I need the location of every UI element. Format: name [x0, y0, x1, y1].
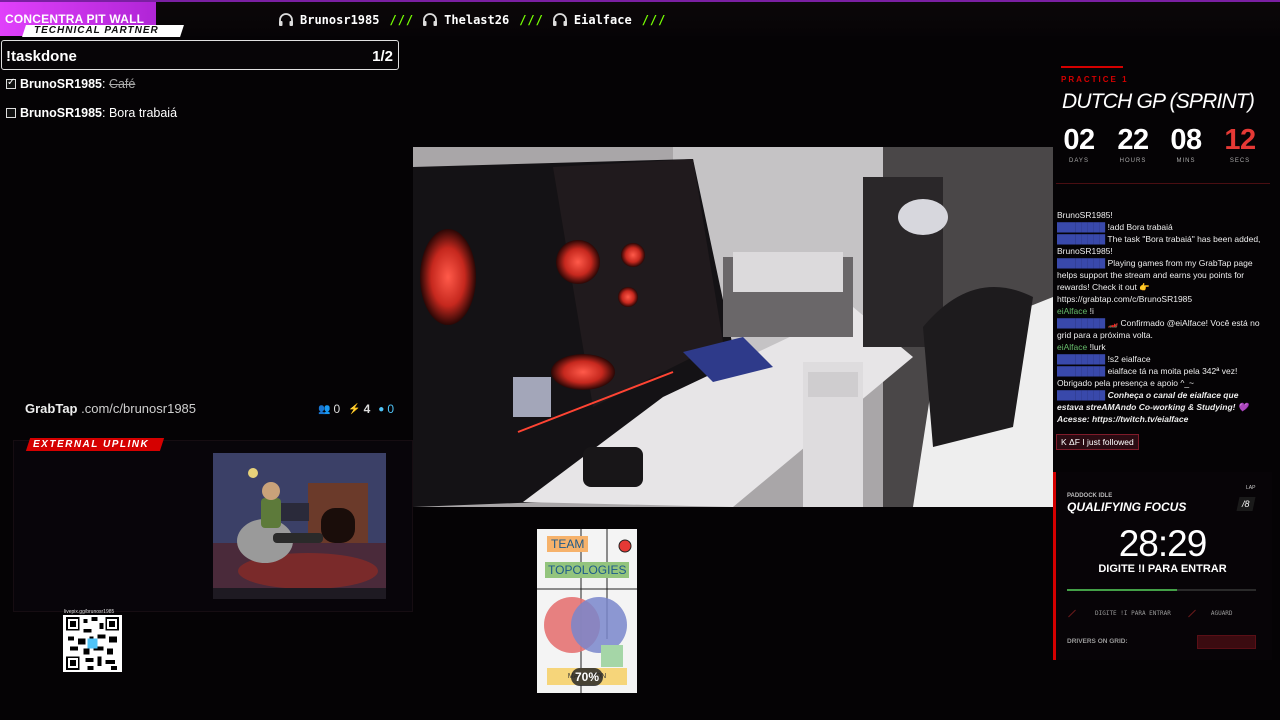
chat-line: eiAlface !i [1057, 306, 1094, 316]
task-header: !taskdone 1/2 [1, 40, 399, 70]
chat-line: ████████ Playing games from my GrabTap p… [1057, 258, 1253, 304]
viewers-stat: 👥 0 [318, 402, 340, 416]
grabtap-link: GrabTap .com/c/brunosr1985 [25, 401, 196, 416]
chat-line: ████████ Conheça o canal de eialface que… [1057, 390, 1249, 424]
focus-progress-fill [1067, 589, 1177, 591]
grabtap-logo: GrabTap [25, 401, 78, 416]
ticker-item: Thelast26 /// [422, 13, 544, 27]
slash-icon [1187, 609, 1196, 618]
chat-line: ████████ !add Bora trabaiá [1057, 222, 1173, 232]
chat-line: ████████ 🏎️ Confirmado @eiAlface! Você e… [1057, 318, 1260, 340]
ticker-item: Brunosr1985 /// [278, 13, 414, 27]
chat-line: BrunoSR1985! [1057, 210, 1113, 220]
ticker-separator: /// [641, 13, 667, 27]
points-icon: ● [378, 403, 385, 415]
drivers-on-grid-box [1197, 635, 1256, 649]
points-stat: ● 0 [378, 402, 394, 416]
countdown-value: 22 [1117, 124, 1149, 156]
chat-line: ████████ !s2 eialface [1057, 354, 1151, 364]
qualifying-title: QUALIFYING FOCUS [1067, 500, 1187, 514]
bolt-icon: ⚡ [348, 403, 361, 415]
crew-ticker: Brunosr1985 /// Thelast26 /// Eialface /… [278, 13, 674, 27]
lap-label: LAP [1246, 485, 1256, 491]
grabtap-stats: 👥 0 ⚡ 4 ● 0 [318, 402, 402, 416]
task-text: Bora trabaiá [108, 106, 178, 120]
countdown-label: HOURS [1119, 158, 1147, 164]
ticker-separator: /// [519, 13, 544, 27]
task-user: BrunoSR1985 [20, 77, 102, 91]
slash-icon [1068, 609, 1076, 618]
ticker-name: Brunosr1985 [300, 13, 380, 27]
entry-row: DIGITE !I PARA ENTRAR AGUARD [1067, 609, 1256, 618]
grabtap-url: .com/c/brunosr1985 [81, 401, 197, 416]
drivers-on-grid-label: DRIVERS ON GRID: [1067, 638, 1128, 645]
paddock-status: PADDOCK IDLE [1067, 493, 1113, 499]
chat-log: BrunoSR1985! ████████ !add Bora trabaiá … [1057, 209, 1267, 425]
entry-instruction: DIGITE !I PARA ENTRAR [1095, 610, 1171, 617]
chat-line: ████████ The task "Bora trabaiá" has bee… [1057, 234, 1261, 256]
bolt-stat: ⚡ 4 [348, 402, 370, 416]
book-title-line2: TOPOLOGIES [545, 562, 630, 578]
headphones-icon [279, 13, 293, 26]
task-command: !taskdone [6, 48, 77, 65]
main-camera-feed [413, 147, 1053, 507]
checkbox-icon [6, 108, 16, 118]
bolt-count: 4 [363, 402, 371, 416]
countdown-value: 02 [1063, 124, 1095, 156]
follow-alert: K ΔF I just followed [1056, 434, 1139, 450]
reading-progress-badge: 70% [571, 668, 604, 686]
people-icon: 👥 [318, 403, 331, 415]
technical-partner-label: TECHNICAL PARTNER [34, 25, 159, 36]
countdown-label: SECS [1229, 158, 1251, 164]
countdown-secs: 12 SECS [1216, 124, 1264, 164]
top-bar: CONCENTRA PIT WALL Brunosr1985 /// Thela… [0, 0, 1280, 36]
task-item: BrunoSR1985: Bora trabaiá [6, 106, 177, 120]
qr-code-image [63, 615, 122, 672]
session-accent-line [1061, 66, 1123, 68]
points-count: 0 [387, 402, 395, 416]
countdown-value: 12 [1224, 124, 1256, 156]
brand-title: CONCENTRA PIT WALL [5, 12, 145, 26]
ticker-name: Thelast26 [444, 13, 510, 27]
guest-scene-image [213, 453, 386, 599]
ticker-item: Eialface /// [552, 13, 666, 27]
countdown-days: 02 DAYS [1055, 124, 1103, 164]
book-title-line1: TEAM [547, 536, 589, 552]
lap-value: /8 [1242, 499, 1250, 509]
chat-line: ████████ eialface tá na moita pela 342ª … [1057, 366, 1238, 388]
task-item: BrunoSR1985: Café [6, 77, 135, 91]
session-label: PRACTICE 1 [1061, 75, 1129, 84]
divider [1056, 183, 1270, 184]
task-colon: : [101, 106, 109, 120]
focus-instruction: DIGITE !I PARA ENTRAR [1098, 563, 1227, 575]
checkbox-checked-icon [6, 77, 16, 89]
task-colon: : [101, 77, 109, 91]
desk-setup-image [413, 147, 1053, 507]
ticker-separator: /// [389, 13, 415, 27]
focus-timer: 28:29 [1118, 523, 1208, 564]
countdown-mins: 08 MINS [1162, 124, 1210, 164]
task-count: 1/2 [372, 48, 393, 65]
entry-waiting: AGUARD [1210, 610, 1233, 617]
focus-progress-bar [1067, 589, 1256, 591]
countdown-hours: 22 HOURS [1109, 124, 1157, 164]
viewers-count: 0 [333, 402, 341, 416]
ticker-name: Eialface [573, 13, 632, 27]
task-text: Café [108, 77, 136, 91]
headphones-icon [552, 13, 567, 26]
chat-line: eiAlface !lurk [1057, 342, 1106, 352]
countdown-label: MINS [1176, 158, 1196, 164]
external-uplink-label: EXTERNAL UPLINK [33, 439, 150, 450]
countdown-label: DAYS [1069, 158, 1089, 164]
guest-camera-feed [213, 453, 386, 599]
headphones-icon [423, 13, 438, 26]
book-cover: TEAM TOPOLOGIES MATT LTON 70% [537, 529, 637, 693]
race-title: DUTCH GP (SPRINT) [1062, 90, 1255, 113]
task-user: BrunoSR1985 [20, 106, 102, 120]
countdown-value: 08 [1170, 124, 1202, 156]
